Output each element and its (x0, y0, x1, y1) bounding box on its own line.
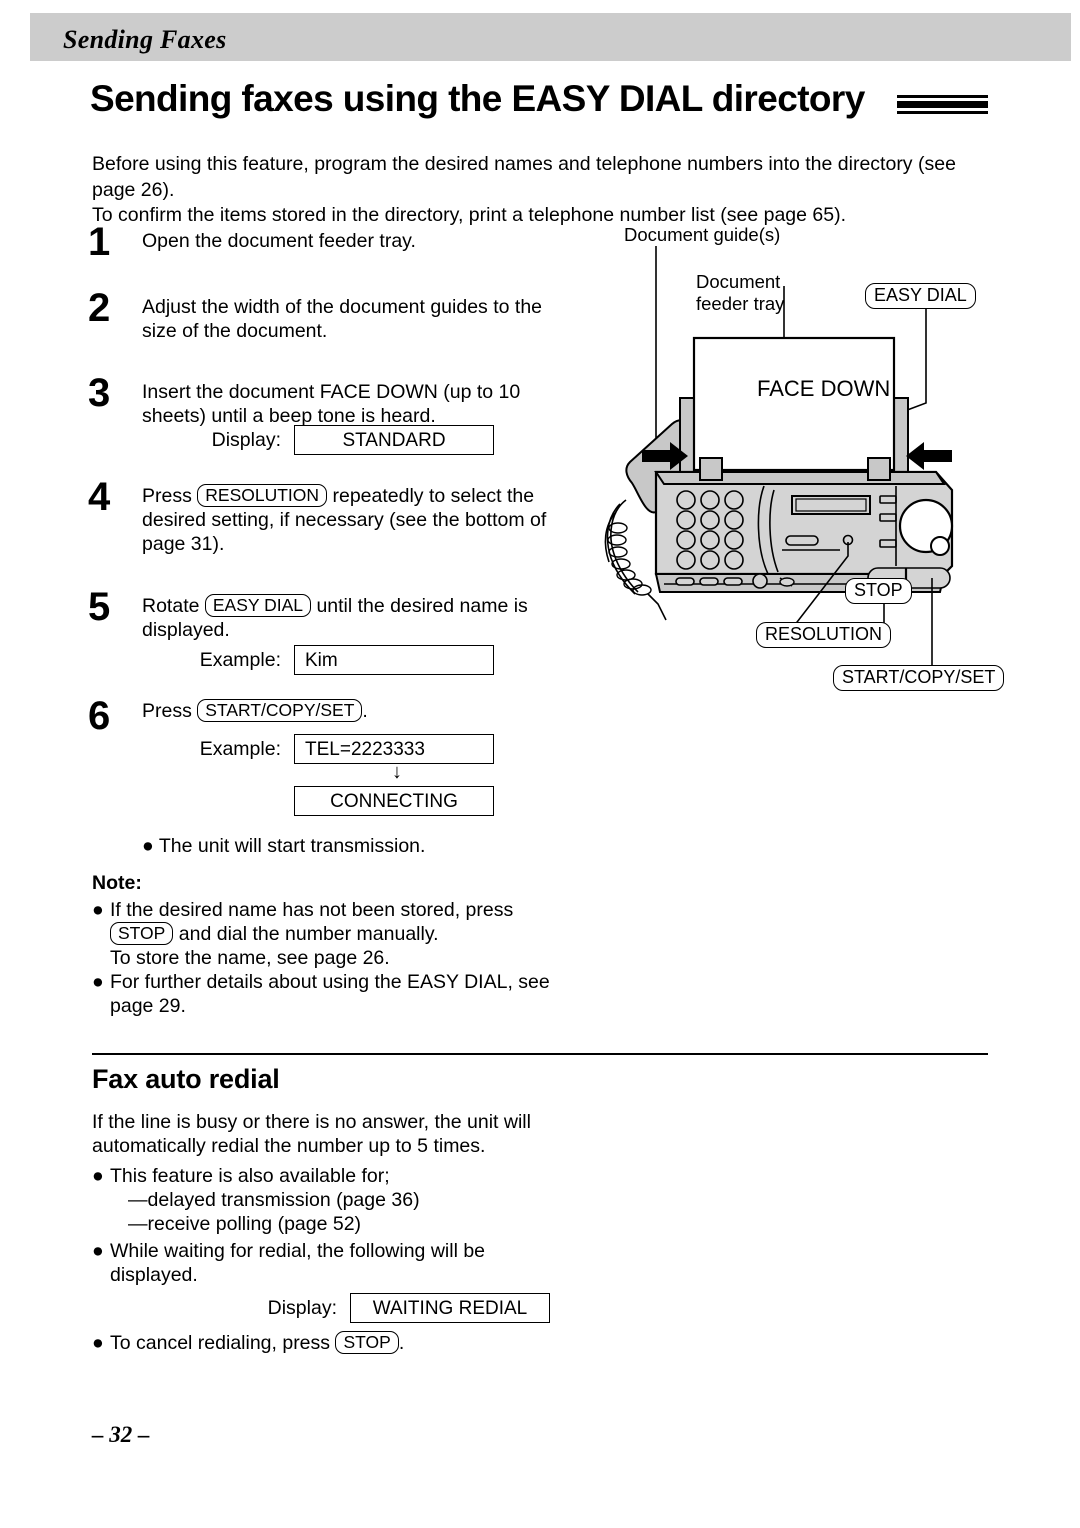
step-2-number: 2 (88, 286, 111, 330)
step-1-text: Open the document feeder tray. (142, 230, 416, 252)
redial-dash-1: —delayed transmission (page 36) (128, 1189, 420, 1211)
step-5-text: Rotate EASY DIAL until the desired name … (142, 587, 568, 642)
bullet-icon: ● (92, 898, 104, 921)
step-5-text-a: Rotate (142, 595, 200, 617)
note-block: Note: ● If the desired name has not been… (92, 872, 572, 1019)
step-3-text: Insert the document FACE DOWN (up to 10 … (142, 381, 521, 427)
step-6-note-bullet: ● The unit will start transmission. (142, 835, 426, 857)
note-item-1-part-c: To store the name, see page 26. (110, 946, 390, 969)
fax-machine-illustration: .ln { stroke:#000; stroke-width:1.6; fil… (596, 224, 1005, 698)
step-5-display-label: Example: (199, 648, 281, 671)
step-3-display-label: Display: (211, 428, 281, 451)
redial-bullet-3-text-b: . (398, 1332, 405, 1354)
bullet-icon: ● (92, 1165, 104, 1187)
redial-bullet-2: ● While waiting for redial, the followin… (92, 1239, 572, 1287)
redial-paragraph: If the line is busy or there is no answe… (92, 1111, 531, 1157)
note-item-2: ● For further details about using the EA… (92, 971, 572, 1018)
step-6-display-value: TEL=2223333 (294, 734, 494, 764)
step-6-text: Press START/COPY/SET. (142, 696, 568, 723)
step-6-text-b: . (362, 700, 368, 722)
procedure-steps: 1 Open the document feeder tray. 2 Adjus… (88, 222, 568, 858)
section-header-label: Sending Faxes (63, 25, 227, 54)
page-number-footer: – 32 – (92, 1422, 150, 1447)
redial-bullet-1: ● This feature is also available for; —d… (92, 1164, 572, 1236)
step-6-display-label: Example: (199, 737, 281, 760)
start-copy-set-key[interactable]: START/COPY/SET (197, 699, 363, 722)
fax-auto-redial-body: If the line is busy or there is no answe… (92, 1110, 572, 1356)
callout-document-feeder-tray: Document feeder tray (696, 271, 785, 314)
resolution-key[interactable]: RESOLUTION (197, 484, 328, 507)
redial-display-value: WAITING REDIAL (350, 1293, 550, 1323)
note-item-2-text: For further details about using the EASY… (110, 971, 550, 1017)
label-face-down: FACE DOWN (757, 376, 891, 401)
step-5-display-row: Example: Kim (142, 645, 568, 675)
easy-dial-key-callout[interactable]: EASY DIAL (865, 283, 976, 309)
intro-line-1: Before using this feature, program the d… (92, 153, 956, 201)
redial-display-label: Display: (267, 1297, 337, 1319)
note-item-1-part-a: If the desired name has not been stored,… (110, 898, 514, 921)
note-heading: Note: (92, 872, 142, 894)
callout-document-guides: Document guide(s) (624, 224, 781, 245)
step-5-text-b: until the desired name is displayed. (142, 595, 528, 641)
stop-key-callout[interactable]: STOP (845, 578, 912, 604)
redial-dash-2: —receive polling (page 52) (128, 1213, 362, 1235)
step-6-display-row: Example: TEL=2223333 (142, 734, 568, 764)
bullet-icon: ● (92, 1240, 104, 1262)
step-6-number: 6 (88, 694, 111, 738)
redial-bullet-3: ● To cancel redialing, press STOP. (92, 1331, 572, 1355)
step-3: 3 Insert the document FACE DOWN (up to 1… (88, 371, 568, 427)
note-item-1-part-b: and dial the number manually. (178, 923, 439, 945)
step-2: 2 Adjust the width of the document guide… (88, 288, 568, 373)
step-6-display-value-2: CONNECTING (294, 786, 494, 816)
easy-dial-key[interactable]: EASY DIAL (204, 594, 312, 617)
fax-auto-redial-title: Fax auto redial (92, 1064, 280, 1094)
step-3-display-value: STANDARD (294, 425, 494, 455)
step-1-number: 1 (88, 220, 111, 264)
step-5-number: 5 (88, 585, 111, 629)
note-item-1: ● If the desired name has not been store… (92, 899, 572, 971)
step-4-number: 4 (88, 475, 111, 519)
step-4: 4 Press RESOLUTION repeatedly to select … (88, 477, 568, 587)
step-6-display-row-2: CONNECTING (142, 786, 568, 816)
step-6-flow-arrow: ↓ (392, 761, 402, 783)
stop-key-note[interactable]: STOP (110, 922, 174, 945)
step-3-display-row: Display: STANDARD (142, 425, 568, 455)
step-4-text-a: Press (142, 485, 192, 507)
step-2-text: Adjust the width of the document guides … (142, 296, 543, 342)
intro-paragraph: Before using this feature, program the d… (92, 152, 992, 229)
section-divider (92, 1053, 988, 1055)
redial-display-row: Display: WAITING REDIAL (92, 1293, 572, 1323)
step-6: 6 Press START/COPY/SET. (88, 694, 568, 738)
resolution-key-callout[interactable]: RESOLUTION (756, 622, 892, 648)
step-4-text: Press RESOLUTION repeatedly to select th… (142, 477, 568, 556)
redial-bullet-2-text: While waiting for redial, the following … (110, 1240, 486, 1286)
redial-bullet-1-text: This feature is also available for; (110, 1165, 390, 1187)
stop-key-redial[interactable]: STOP (335, 1331, 399, 1354)
redial-bullet-3-text-a: To cancel redialing, press (110, 1332, 331, 1354)
manual-page: Sending Faxes Sending faxes using the EA… (0, 0, 1080, 1528)
step-1: 1 Open the document feeder tray. (88, 222, 568, 288)
step-5: 5 Rotate EASY DIAL until the desired nam… (88, 587, 568, 645)
step-3-number: 3 (88, 371, 111, 415)
step-5-display-value: Kim (294, 645, 494, 675)
start-copy-set-key-callout[interactable]: START/COPY/SET (833, 665, 1005, 691)
page-title: Sending faxes using the EASY DIAL direct… (90, 78, 865, 119)
title-rule-decoration (897, 95, 988, 114)
bullet-icon: ● (92, 1332, 104, 1354)
bullet-icon: ● (92, 971, 104, 993)
step-6-text-a: Press (142, 700, 192, 722)
